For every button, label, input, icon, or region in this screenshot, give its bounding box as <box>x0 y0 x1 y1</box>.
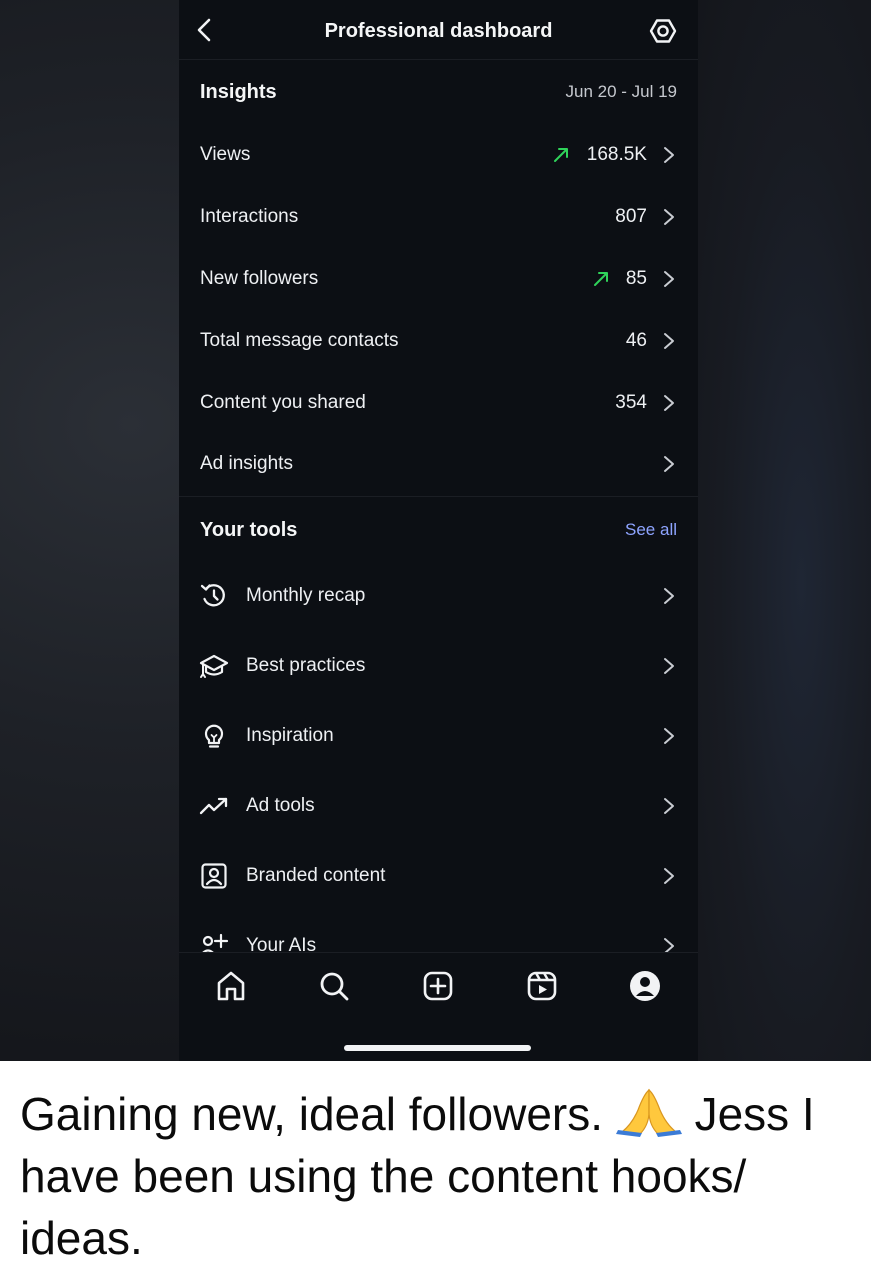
insight-label: Total message contacts <box>200 330 399 351</box>
insight-row-ad-insights[interactable]: Ad insights <box>179 433 698 495</box>
chevron-right-icon <box>664 271 674 287</box>
see-all-link[interactable]: See all <box>625 520 677 540</box>
trend-up-arrow-icon <box>554 148 568 162</box>
chevron-right-icon <box>664 658 674 674</box>
tool-label: Best practices <box>246 655 366 676</box>
insight-label: Content you shared <box>200 392 366 413</box>
insight-label: Interactions <box>200 206 299 227</box>
graduation-cap-icon <box>199 654 229 678</box>
home-icon[interactable] <box>213 968 249 1004</box>
tool-branded-content[interactable]: Branded content <box>179 841 698 911</box>
insight-value: 354 <box>615 392 647 413</box>
insight-value: 85 <box>625 268 647 289</box>
chevron-right-icon <box>664 395 674 411</box>
post-caption: Gaining new, ideal followers. Jess I hav… <box>20 1083 860 1269</box>
tools-title: Your tools <box>200 519 298 541</box>
insight-value: 46 <box>625 330 647 351</box>
tool-label: Inspiration <box>246 725 334 746</box>
bottom-tab-bar <box>179 952 698 1061</box>
settings-gear-icon[interactable] <box>648 16 678 46</box>
chevron-right-icon <box>664 728 674 744</box>
lightbulb-icon <box>204 724 224 748</box>
insight-row-interactions[interactable]: Interactions 807 <box>179 186 698 248</box>
insight-label: Views <box>200 144 251 165</box>
insight-row-message-contacts[interactable]: Total message contacts 46 <box>179 310 698 372</box>
insight-value: 807 <box>615 206 647 227</box>
tool-best-practices[interactable]: Best practices <box>179 631 698 701</box>
tool-inspiration[interactable]: Inspiration <box>179 701 698 771</box>
chevron-right-icon <box>664 868 674 884</box>
history-icon <box>200 584 225 607</box>
insights-section: Insights Jun 20 - Jul 19 Views 168.5K In… <box>179 60 698 496</box>
insight-label: Ad insights <box>200 453 293 474</box>
home-indicator[interactable] <box>344 1045 531 1051</box>
insight-row-content-shared[interactable]: Content you shared 354 <box>179 372 698 434</box>
tool-label: Ad tools <box>246 795 315 816</box>
insight-value: 168.5K <box>586 144 647 165</box>
search-icon[interactable] <box>316 968 352 1004</box>
chevron-right-icon <box>664 456 674 472</box>
branded-content-icon <box>201 863 227 889</box>
insight-row-views[interactable]: Views 168.5K <box>179 124 698 186</box>
reels-icon[interactable] <box>524 968 560 1004</box>
chevron-right-icon <box>664 209 674 225</box>
ai-person-sparkle-icon <box>202 933 229 952</box>
chevron-right-icon <box>664 798 674 814</box>
tool-label: Branded content <box>246 865 386 886</box>
chevron-right-icon <box>664 588 674 604</box>
folded-hands-emoji <box>615 1088 682 1137</box>
tool-label: Your AIs <box>246 935 317 952</box>
tool-label: Monthly recap <box>246 585 366 606</box>
trend-up-icon <box>199 797 228 815</box>
tool-ad-tools[interactable]: Ad tools <box>179 771 698 841</box>
tools-section: Your tools See all Monthly recap Best pr… <box>179 497 698 952</box>
profile-icon[interactable] <box>627 968 663 1004</box>
chevron-right-icon <box>664 938 674 952</box>
insight-label: New followers <box>200 268 319 289</box>
chevron-right-icon <box>664 147 674 163</box>
caption-text-before: Gaining new, ideal followers. <box>20 1088 603 1140</box>
phone-screenshot: Professional dashboard Insights Jun 20 -… <box>179 0 698 1061</box>
page-title: Professional dashboard <box>324 20 553 42</box>
background-glow <box>696 0 871 1061</box>
tool-your-ais[interactable]: Your AIs <box>179 911 698 952</box>
plus-square-icon[interactable] <box>420 968 456 1004</box>
tool-monthly-recap[interactable]: Monthly recap <box>179 561 698 631</box>
chevron-right-icon <box>664 333 674 349</box>
date-range[interactable]: Jun 20 - Jul 19 <box>565 82 677 102</box>
trend-up-arrow-icon <box>594 272 608 286</box>
insight-row-new-followers[interactable]: New followers 85 <box>179 248 698 310</box>
insights-title: Insights <box>200 81 277 103</box>
top-bar: Professional dashboard <box>179 0 698 60</box>
